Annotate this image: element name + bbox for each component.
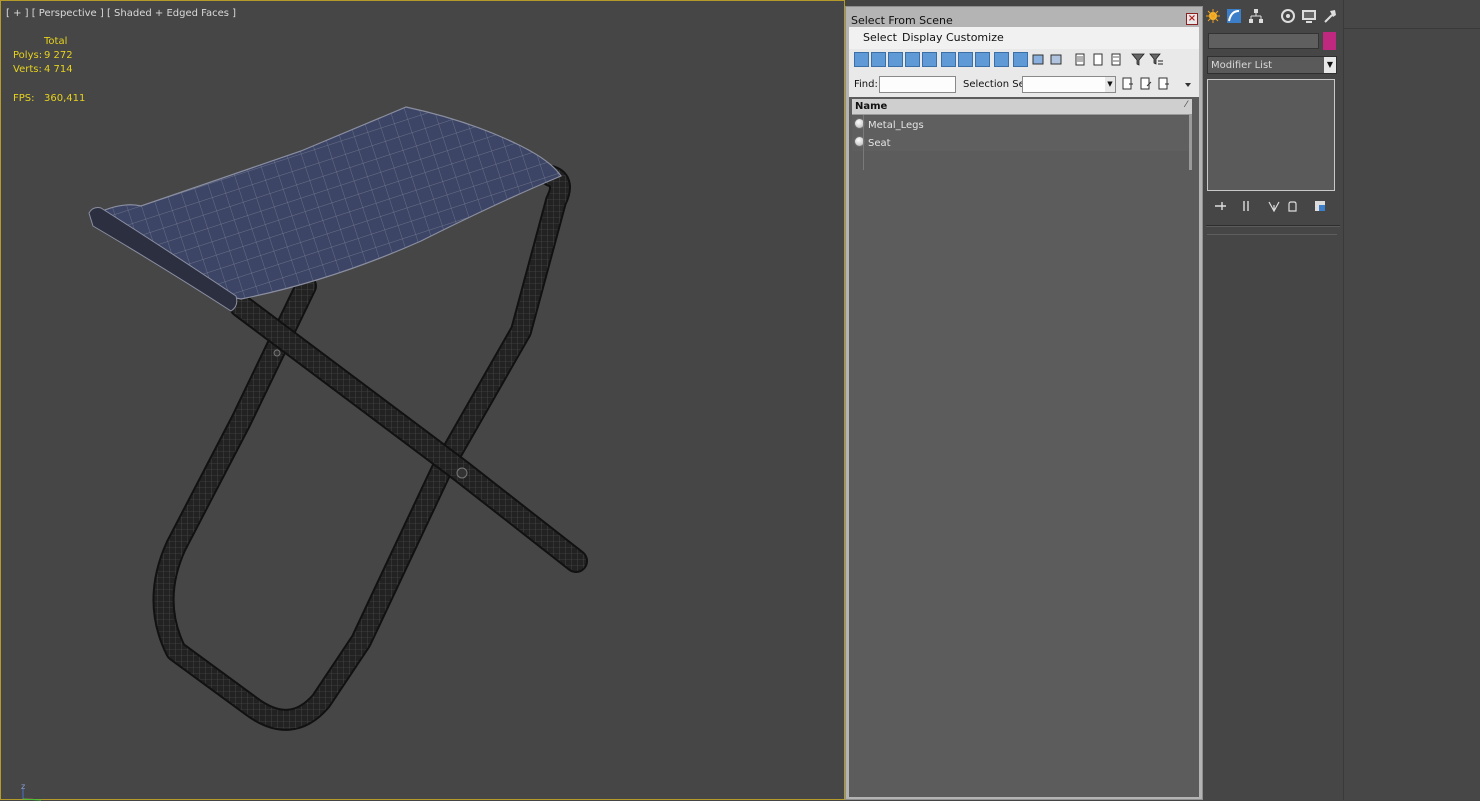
xrefs-filter-icon[interactable] <box>975 52 990 67</box>
shapes-filter-icon[interactable] <box>871 52 886 67</box>
menu-display[interactable]: Display <box>902 31 943 44</box>
geometry-filter-icon[interactable] <box>854 52 869 67</box>
list-item[interactable]: Metal_Legs <box>852 116 1189 134</box>
modifier-list-label: Modifier List <box>1211 60 1273 71</box>
hidden-filter-icon[interactable] <box>1049 52 1063 67</box>
utilities-tab-icon[interactable] <box>1322 8 1338 24</box>
right-panel-divider <box>1343 28 1480 29</box>
containers-filter-icon[interactable] <box>1013 52 1028 67</box>
right-empty-panel <box>1343 0 1480 800</box>
column-divider <box>863 115 864 170</box>
helpers-filter-icon[interactable] <box>922 52 937 67</box>
sort-indicator-icon: ⁄ <box>1185 100 1187 110</box>
create-selection-set-icon[interactable] <box>1120 76 1134 91</box>
filter-funnel-icon[interactable] <box>1131 52 1145 67</box>
axis-z-label: z <box>21 783 25 791</box>
cameras-filter-icon[interactable] <box>905 52 920 67</box>
display-tab-icon[interactable] <box>1301 8 1317 24</box>
create-tab-icon[interactable] <box>1205 8 1221 24</box>
list-item[interactable]: Seat <box>852 134 1189 151</box>
select-from-scene-dialog[interactable]: Select From Scene × Select Display Custo… <box>845 6 1203 800</box>
name-column-label: Name <box>855 101 888 112</box>
find-label: Find: <box>854 79 878 90</box>
modify-tab-icon[interactable] <box>1226 8 1242 24</box>
object-name-field[interactable] <box>1208 33 1319 49</box>
configure-sets-icon[interactable] <box>1313 199 1327 213</box>
folding-stool-model[interactable] <box>1 1 844 799</box>
modifier-stack[interactable] <box>1207 79 1335 191</box>
dialog-menubar: Select Display Customize <box>849 27 1199 49</box>
show-end-result-icon[interactable] <box>1239 199 1253 213</box>
perspective-viewport[interactable]: [ + ] [ Perspective ] [ Shaded + Edged F… <box>0 0 845 801</box>
rollout-area-top <box>1207 234 1337 235</box>
invert-selection-icon[interactable] <box>1109 52 1123 67</box>
menu-select[interactable]: Select <box>863 31 897 44</box>
name-column-header[interactable]: Name ⁄ <box>852 99 1192 115</box>
select-all-icon[interactable] <box>1073 52 1087 67</box>
frozen-filter-icon[interactable] <box>1031 52 1045 67</box>
selection-set-dropdown[interactable]: ▼ <box>1022 76 1116 93</box>
dialog-title: Select From Scene <box>851 14 953 27</box>
find-bar: Find: Selection Set: ▼ <box>849 73 1199 97</box>
remove-from-selection-set-icon[interactable] <box>1156 76 1170 91</box>
filter-options-icon[interactable] <box>1149 52 1163 67</box>
make-unique-icon[interactable] <box>1267 199 1281 213</box>
menu-customize[interactable]: Customize <box>946 31 1004 44</box>
dialog-body: Select Display Customize Find: Selection… <box>849 27 1199 797</box>
chevron-down-icon: ▼ <box>1105 77 1115 92</box>
add-to-selection-set-icon[interactable] <box>1138 76 1152 91</box>
hierarchy-tab-icon[interactable] <box>1248 8 1264 24</box>
groups-filter-icon[interactable] <box>958 52 973 67</box>
find-input[interactable] <box>879 76 956 93</box>
filter-toolbar <box>849 49 1199 73</box>
seat-mesh[interactable] <box>88 106 562 312</box>
close-icon[interactable]: × <box>1186 13 1198 25</box>
modifier-list-dropdown[interactable]: Modifier List ▼ <box>1207 56 1337 74</box>
spacewarps-filter-icon[interactable] <box>941 52 956 67</box>
options-chevron-icon[interactable] <box>1181 76 1195 91</box>
pin-stack-icon[interactable] <box>1213 199 1227 213</box>
axis-tripod-icon: z <box>21 783 42 801</box>
list-scrollbar[interactable] <box>1189 115 1192 170</box>
remove-modifier-icon[interactable] <box>1285 199 1299 213</box>
object-name: Seat <box>868 138 891 149</box>
chevron-down-icon: ▼ <box>1324 57 1336 73</box>
lights-filter-icon[interactable] <box>888 52 903 67</box>
select-none-icon[interactable] <box>1091 52 1105 67</box>
panel-divider-highlight <box>1206 226 1340 227</box>
bones-filter-icon[interactable] <box>994 52 1009 67</box>
object-color-swatch[interactable] <box>1323 32 1336 50</box>
object-name: Metal_Legs <box>868 120 924 131</box>
motion-tab-icon[interactable] <box>1280 8 1296 24</box>
command-panel: Modifier List ▼ <box>1203 0 1343 800</box>
